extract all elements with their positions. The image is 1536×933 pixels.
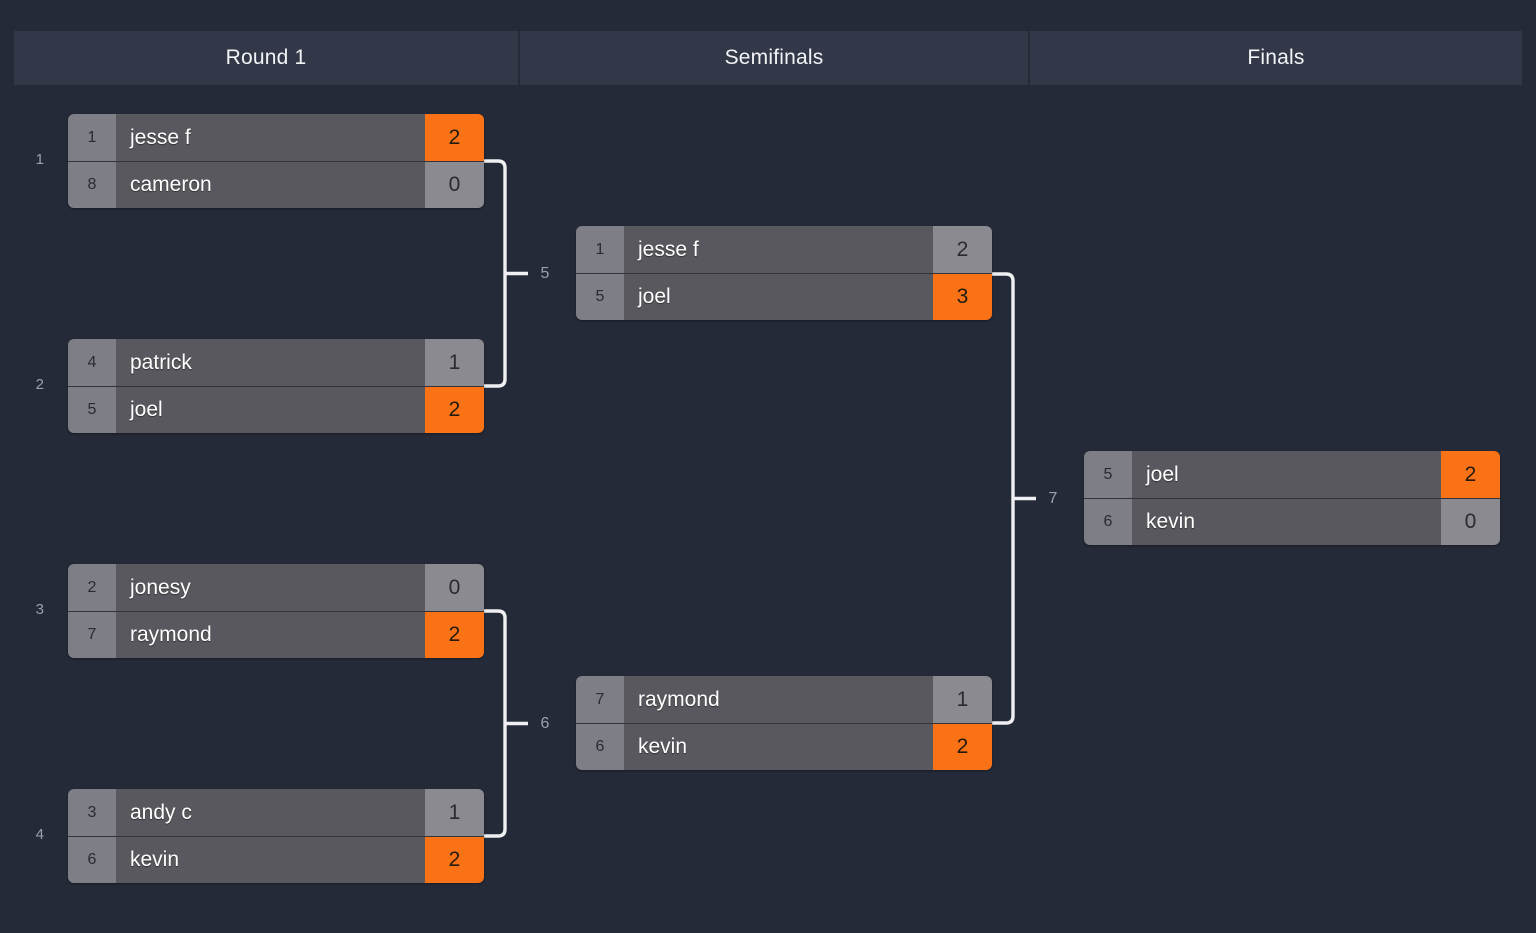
match-7[interactable]: 5 joel 2 6 kevin 0 bbox=[1084, 451, 1500, 545]
round-header-label: Semifinals bbox=[724, 46, 824, 69]
match-index-label: 1 bbox=[35, 151, 44, 168]
player-name: joel bbox=[1132, 451, 1441, 498]
match-4-slot-1[interactable]: 6 kevin 2 bbox=[68, 836, 484, 883]
player-name: jonesy bbox=[116, 564, 425, 611]
player-name: kevin bbox=[116, 837, 425, 883]
match-2-slot-0[interactable]: 4 patrick 1 bbox=[68, 339, 484, 386]
match-7-slot-1[interactable]: 6 kevin 0 bbox=[1084, 498, 1500, 545]
seed: 6 bbox=[68, 837, 116, 883]
match-3-slot-1[interactable]: 7 raymond 2 bbox=[68, 611, 484, 658]
match-5[interactable]: 1 jesse f 2 5 joel 3 bbox=[576, 226, 992, 320]
match-5-slot-0[interactable]: 1 jesse f 2 bbox=[576, 226, 992, 273]
seed: 5 bbox=[1084, 451, 1132, 498]
player-name: raymond bbox=[116, 612, 425, 658]
connector-label-text: 5 bbox=[540, 265, 550, 282]
connector-match-5-in bbox=[484, 159, 507, 388]
seed: 8 bbox=[68, 162, 116, 208]
score: 2 bbox=[425, 387, 484, 433]
player-name: jesse f bbox=[624, 226, 933, 273]
score: 1 bbox=[425, 339, 484, 386]
seed: 6 bbox=[576, 724, 624, 770]
round-header-bar: Round 1 Semifinals Finals bbox=[14, 31, 1522, 85]
round-header-label: Round 1 bbox=[225, 46, 307, 69]
score: 1 bbox=[425, 789, 484, 836]
match-6-slot-0[interactable]: 7 raymond 1 bbox=[576, 676, 992, 723]
score: 2 bbox=[933, 226, 992, 273]
match-index-1: 1 bbox=[18, 151, 44, 168]
connector-label-match-7: 7 bbox=[1040, 490, 1066, 508]
score: 2 bbox=[425, 612, 484, 658]
connector-label-text: 7 bbox=[1048, 490, 1058, 507]
player-name: joel bbox=[116, 387, 425, 433]
seed: 5 bbox=[68, 387, 116, 433]
seed: 7 bbox=[576, 676, 624, 723]
match-6-slot-1[interactable]: 6 kevin 2 bbox=[576, 723, 992, 770]
match-index-4: 4 bbox=[18, 826, 44, 843]
score: 3 bbox=[933, 274, 992, 320]
score: 2 bbox=[933, 724, 992, 770]
connector-label-match-5: 5 bbox=[532, 265, 558, 283]
match-2-slot-1[interactable]: 5 joel 2 bbox=[68, 386, 484, 433]
match-1-slot-0[interactable]: 1 jesse f 2 bbox=[68, 114, 484, 161]
match-1[interactable]: 1 jesse f 2 8 cameron 0 bbox=[68, 114, 484, 208]
match-index-label: 3 bbox=[35, 601, 44, 618]
player-name: joel bbox=[624, 274, 933, 320]
seed: 1 bbox=[68, 114, 116, 161]
match-index-3: 3 bbox=[18, 601, 44, 618]
player-name: raymond bbox=[624, 676, 933, 723]
connector-label-text: 6 bbox=[540, 715, 550, 732]
match-2[interactable]: 4 patrick 1 5 joel 2 bbox=[68, 339, 484, 433]
match-index-2: 2 bbox=[18, 376, 44, 393]
player-name: patrick bbox=[116, 339, 425, 386]
round-header-semifinals[interactable]: Semifinals bbox=[520, 31, 1030, 85]
seed: 4 bbox=[68, 339, 116, 386]
player-name: kevin bbox=[1132, 499, 1441, 545]
round-header-round-1[interactable]: Round 1 bbox=[14, 31, 520, 85]
seed: 5 bbox=[576, 274, 624, 320]
score: 0 bbox=[1441, 499, 1500, 545]
round-header-label: Finals bbox=[1247, 46, 1305, 69]
score: 2 bbox=[1441, 451, 1500, 498]
player-name: jesse f bbox=[116, 114, 425, 161]
score: 2 bbox=[425, 837, 484, 883]
score: 1 bbox=[933, 676, 992, 723]
score: 0 bbox=[425, 564, 484, 611]
match-7-slot-0[interactable]: 5 joel 2 bbox=[1084, 451, 1500, 498]
seed: 3 bbox=[68, 789, 116, 836]
match-4-slot-0[interactable]: 3 andy c 1 bbox=[68, 789, 484, 836]
match-index-label: 2 bbox=[35, 376, 44, 393]
score: 2 bbox=[425, 114, 484, 161]
seed: 6 bbox=[1084, 499, 1132, 545]
match-4[interactable]: 3 andy c 1 6 kevin 2 bbox=[68, 789, 484, 883]
player-name: cameron bbox=[116, 162, 425, 208]
match-6[interactable]: 7 raymond 1 6 kevin 2 bbox=[576, 676, 992, 770]
seed: 1 bbox=[576, 226, 624, 273]
seed: 2 bbox=[68, 564, 116, 611]
connector-match-7-in bbox=[992, 272, 1015, 725]
match-5-slot-1[interactable]: 5 joel 3 bbox=[576, 273, 992, 320]
connector-label-match-6: 6 bbox=[532, 715, 558, 733]
round-header-finals[interactable]: Finals bbox=[1030, 31, 1522, 85]
match-index-label: 4 bbox=[35, 826, 44, 843]
connector-match-6-in bbox=[484, 609, 507, 838]
match-3-slot-0[interactable]: 2 jonesy 0 bbox=[68, 564, 484, 611]
tournament-bracket: Round 1 Semifinals Finals 5 6 7 1 1 jess… bbox=[0, 0, 1536, 933]
match-1-slot-1[interactable]: 8 cameron 0 bbox=[68, 161, 484, 208]
player-name: andy c bbox=[116, 789, 425, 836]
match-3[interactable]: 2 jonesy 0 7 raymond 2 bbox=[68, 564, 484, 658]
score: 0 bbox=[425, 162, 484, 208]
player-name: kevin bbox=[624, 724, 933, 770]
seed: 7 bbox=[68, 612, 116, 658]
